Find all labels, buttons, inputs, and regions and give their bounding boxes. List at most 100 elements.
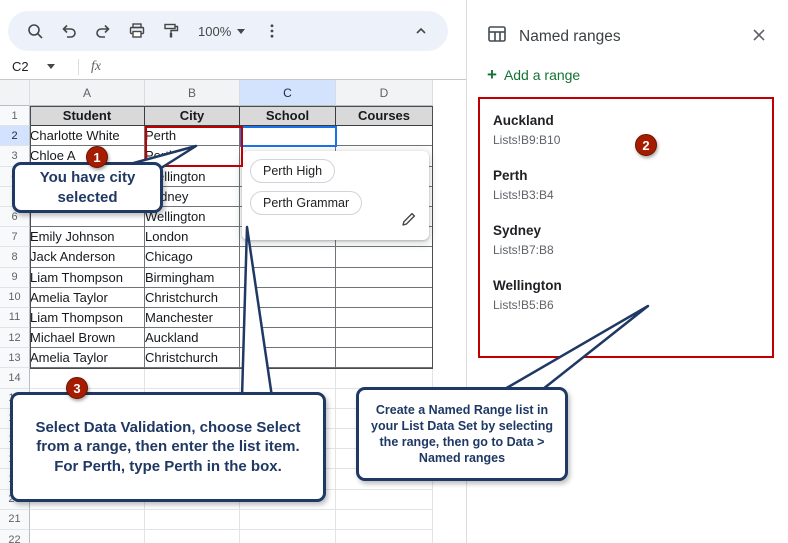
cell-A12[interactable]: Michael Brown xyxy=(30,328,145,348)
row-header-1[interactable]: 1 xyxy=(0,106,30,126)
cell-B8[interactable]: Chicago xyxy=(145,247,240,267)
cell-D11[interactable] xyxy=(336,308,433,328)
cell-D21[interactable] xyxy=(336,510,433,530)
cell-C12[interactable] xyxy=(240,328,336,348)
row-header-12[interactable]: 12 xyxy=(0,328,30,348)
cell-D9[interactable] xyxy=(336,268,433,288)
named-range-reference: Lists!B7:B8 xyxy=(493,243,761,257)
row-header-22[interactable]: 22 xyxy=(0,530,30,543)
cell-D20[interactable] xyxy=(336,490,433,510)
paint-format-icon[interactable] xyxy=(156,16,186,46)
column-header-A[interactable]: A xyxy=(30,80,145,106)
cell-C14[interactable] xyxy=(240,368,336,388)
cell-C11[interactable] xyxy=(240,308,336,328)
callout-data-validation: Select Data Validation, choose Select fr… xyxy=(10,392,326,502)
cell-A11[interactable]: Liam Thompson xyxy=(30,308,145,328)
close-icon[interactable] xyxy=(748,24,770,49)
row-header-13[interactable]: 13 xyxy=(0,348,30,368)
dropdown-chip[interactable]: Perth Grammar xyxy=(250,191,362,215)
cell-B12[interactable]: Auckland xyxy=(145,328,240,348)
zoom-control[interactable]: 100% xyxy=(190,24,253,39)
column-header-C[interactable]: C xyxy=(240,80,336,106)
pencil-icon[interactable] xyxy=(401,211,417,232)
cell-B7[interactable]: London xyxy=(145,227,240,247)
cell-D14[interactable] xyxy=(336,368,433,388)
column-header-D[interactable]: D xyxy=(336,80,433,106)
row-header-9[interactable]: 9 xyxy=(0,268,30,288)
callout-text: You have city selected xyxy=(23,168,152,207)
select-all-corner[interactable] xyxy=(0,80,30,106)
named-range-name: Sydney xyxy=(493,223,761,238)
row-header-7[interactable]: 7 xyxy=(0,227,30,247)
cell-C9[interactable] xyxy=(240,268,336,288)
chevron-down-icon xyxy=(237,29,245,34)
collapse-toolbar-icon[interactable] xyxy=(406,16,436,46)
row-2: 2Charlotte WhitePerth xyxy=(0,126,433,146)
cell-A13[interactable]: Amelia Taylor xyxy=(30,348,145,368)
cell-A8[interactable]: Jack Anderson xyxy=(30,247,145,267)
row-8: 8Jack AndersonChicago xyxy=(0,247,433,267)
cell-B10[interactable]: Christchurch xyxy=(145,288,240,308)
cell-B21[interactable] xyxy=(145,510,240,530)
print-icon[interactable] xyxy=(122,16,152,46)
row-header-14[interactable]: 14 xyxy=(0,368,30,388)
row-header-21[interactable]: 21 xyxy=(0,510,30,530)
fx-icon: fx xyxy=(79,59,101,75)
cell-B22[interactable] xyxy=(145,530,240,543)
row-header-2[interactable]: 2 xyxy=(0,126,30,146)
cell-B13[interactable]: Christchurch xyxy=(145,348,240,368)
row-22: 22 xyxy=(0,530,433,543)
named-range-item[interactable]: PerthLists!B3:B4 xyxy=(493,168,761,202)
cell-D13[interactable] xyxy=(336,348,433,368)
cell-D2[interactable] xyxy=(336,126,433,146)
cell-A2[interactable]: Charlotte White xyxy=(30,126,145,146)
cell-C22[interactable] xyxy=(240,530,336,543)
named-range-item[interactable]: AucklandLists!B9:B10 xyxy=(493,113,761,147)
cell-C10[interactable] xyxy=(240,288,336,308)
validation-dropdown: Perth High Perth Grammar xyxy=(242,151,429,240)
cell-C1[interactable]: School xyxy=(240,106,336,126)
name-box[interactable]: C2 xyxy=(0,59,78,74)
cell-B14[interactable] xyxy=(145,368,240,388)
zoom-value: 100% xyxy=(198,24,231,39)
row-12: 12Michael BrownAuckland xyxy=(0,328,433,348)
add-range-button[interactable]: + Add a range xyxy=(487,66,580,83)
cell-C8[interactable] xyxy=(240,247,336,267)
cell-A7[interactable]: Emily Johnson xyxy=(30,227,145,247)
cell-B2[interactable]: Perth xyxy=(145,126,240,146)
cell-C13[interactable] xyxy=(240,348,336,368)
add-range-label: Add a range xyxy=(504,67,580,83)
search-icon[interactable] xyxy=(20,16,50,46)
more-options-icon[interactable] xyxy=(257,16,287,46)
cell-A21[interactable] xyxy=(30,510,145,530)
named-range-item[interactable]: WellingtonLists!B5:B6 xyxy=(493,278,761,312)
cell-D10[interactable] xyxy=(336,288,433,308)
cell-B11[interactable]: Manchester xyxy=(145,308,240,328)
cell-D1[interactable]: Courses xyxy=(336,106,433,126)
row-11: 11Liam ThompsonManchester xyxy=(0,308,433,328)
cell-C2[interactable] xyxy=(240,126,336,146)
cell-A22[interactable] xyxy=(30,530,145,543)
row-header-11[interactable]: 11 xyxy=(0,308,30,328)
cell-B9[interactable]: Birmingham xyxy=(145,268,240,288)
sheets-app: 100% C2 fx ABCD1StudentCitySchoolCourses… xyxy=(0,0,788,543)
row-header-8[interactable]: 8 xyxy=(0,247,30,267)
column-header-B[interactable]: B xyxy=(145,80,240,106)
cell-A10[interactable]: Amelia Taylor xyxy=(30,288,145,308)
named-range-item[interactable]: Sydney Lists!B7:B8 xyxy=(493,223,761,257)
dropdown-chip[interactable]: Perth High xyxy=(250,159,335,183)
cell-D8[interactable] xyxy=(336,247,433,267)
row-9: 9Liam ThompsonBirmingham xyxy=(0,268,433,288)
row-header-10[interactable]: 10 xyxy=(0,288,30,308)
cell-D12[interactable] xyxy=(336,328,433,348)
callout-text: Create a Named Range list in your List D… xyxy=(369,402,555,467)
cell-A1[interactable]: Student xyxy=(30,106,145,126)
redo-icon[interactable] xyxy=(88,16,118,46)
undo-icon[interactable] xyxy=(54,16,84,46)
cell-B1[interactable]: City xyxy=(145,106,240,126)
cell-D22[interactable] xyxy=(336,530,433,543)
cell-A9[interactable]: Liam Thompson xyxy=(30,268,145,288)
cell-C21[interactable] xyxy=(240,510,336,530)
formula-bar: C2 fx xyxy=(0,54,466,80)
column-headers: ABCD xyxy=(0,80,433,106)
